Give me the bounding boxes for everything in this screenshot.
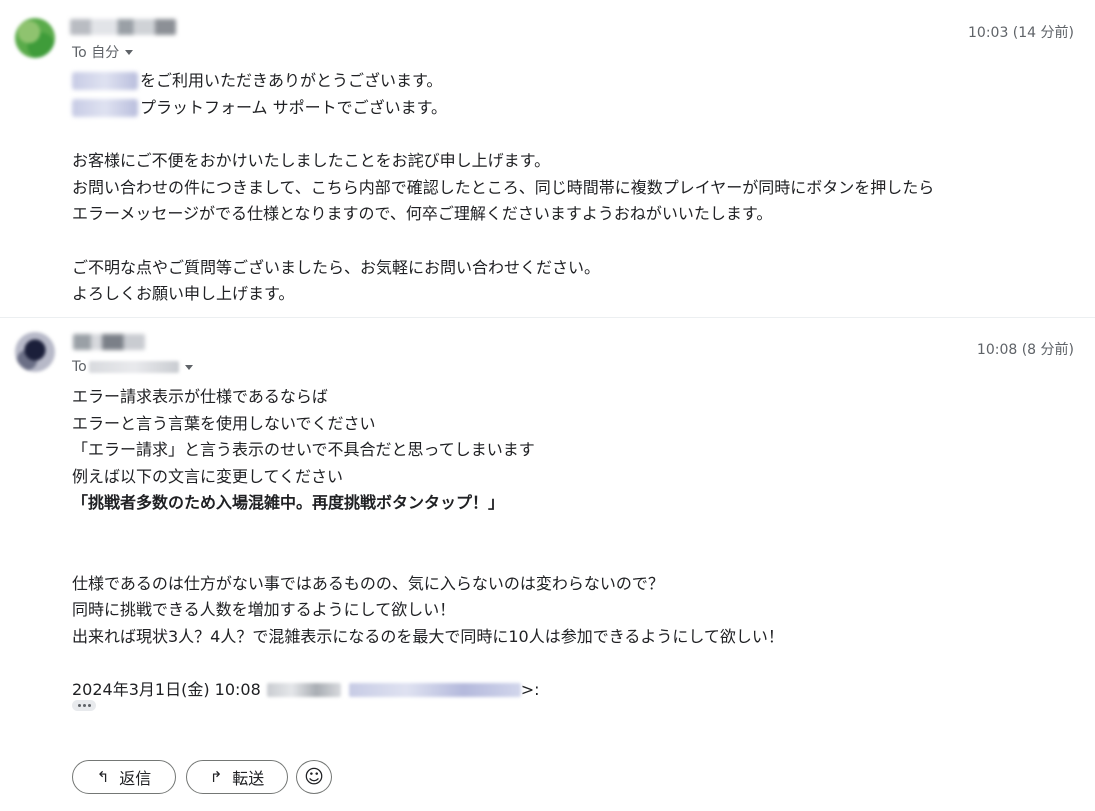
quote-email-redacted	[348, 683, 521, 697]
body-line: 仕様であるのは仕方がない事ではあるものの、気に入らないのは変わらないので？	[72, 573, 664, 593]
recipient-label: To 自分	[72, 45, 120, 61]
message-timestamp: 10:03 (14 分前)	[968, 25, 1074, 41]
body-line: エラーメッセージがでる仕様となりますので、何卒ご理解くださいますようおねがいいた…	[72, 204, 773, 223]
message-body: をご利用いただきありがとうございます。 プラットフォーム サポートでございます。…	[72, 68, 934, 308]
body-line: 例えば以下の文言に変更してください	[72, 466, 344, 486]
smiley-icon: ☺	[304, 765, 324, 788]
quote-header: 2024年3月1日(金) 10:08 >:	[72, 677, 784, 703]
body-line: エラーと言う言葉を使用しないでください	[72, 413, 376, 433]
sender-avatar[interactable]	[15, 332, 55, 372]
redacted-text	[72, 72, 138, 91]
chevron-down-icon[interactable]	[125, 49, 134, 55]
body-line: 出来れば現状3人？4人？で混雑表示になるのを最大で同時に10人は参加できるように…	[72, 626, 784, 646]
reply-button[interactable]: ↰ 返信	[72, 760, 176, 794]
emoji-reaction-button[interactable]: ☺	[296, 760, 332, 794]
sender-avatar[interactable]	[15, 18, 55, 58]
recipient-line[interactable]: To	[72, 359, 193, 375]
recipient-label: To	[72, 359, 87, 375]
body-line: 同時に挑戦できる人数を増加するようにして欲しい！	[72, 600, 456, 619]
body-line: お客様にご不便をおかけいたしましたことをお詫び申し上げます。	[72, 151, 551, 170]
message-timestamp: 10:08 (8 分前)	[976, 342, 1074, 358]
forward-button[interactable]: ↱ 転送	[186, 760, 288, 794]
recipient-line[interactable]: To 自分	[72, 42, 134, 62]
forward-icon: ↱	[209, 767, 223, 786]
forward-label: 転送	[232, 769, 265, 788]
show-trimmed-content-button[interactable]	[72, 700, 96, 711]
body-line: プラットフォーム サポートでございます。	[140, 97, 448, 117]
body-line: をご利用いただきありがとうございます。	[140, 71, 443, 90]
message-body: エラー請求表示が仕様であるならば エラーと言う言葉を使用しないでください 「エラ…	[72, 384, 784, 703]
redacted-text	[72, 98, 138, 117]
quote-sender-redacted	[266, 683, 341, 697]
sender-name-redacted[interactable]	[70, 19, 176, 35]
body-line: エラー請求表示が仕様であるならば	[72, 387, 328, 406]
recipient-redacted	[88, 361, 179, 373]
reply-label: 返信	[119, 769, 152, 788]
quote-date: 2024年3月1日(金) 10:08	[72, 679, 261, 699]
body-line: お問い合わせの件につきまして、こちら内部で確認したところ、同じ時間帯に複数プレイ…	[72, 177, 935, 197]
body-line: よろしくお願い申し上げます。	[72, 284, 295, 303]
reply-icon: ↰	[96, 767, 110, 786]
body-line: ご不明な点やご質問等ございましたら、お気軽にお問い合わせください。	[72, 257, 601, 277]
body-line-bold: 「挑戦者多数のため入場混雑中。再度挑戦ボタンタップ！」	[72, 493, 505, 512]
chevron-down-icon[interactable]	[184, 364, 193, 370]
sender-name-redacted[interactable]	[73, 334, 145, 350]
email-message-1: To 自分 10:03 (14 分前) をご利用いただきありがとうございます。 …	[0, 0, 1095, 317]
quote-suffix: >:	[520, 679, 540, 699]
body-line: 「エラー請求」と言う表示のせいで不具合だと思ってしまいます	[72, 440, 535, 459]
